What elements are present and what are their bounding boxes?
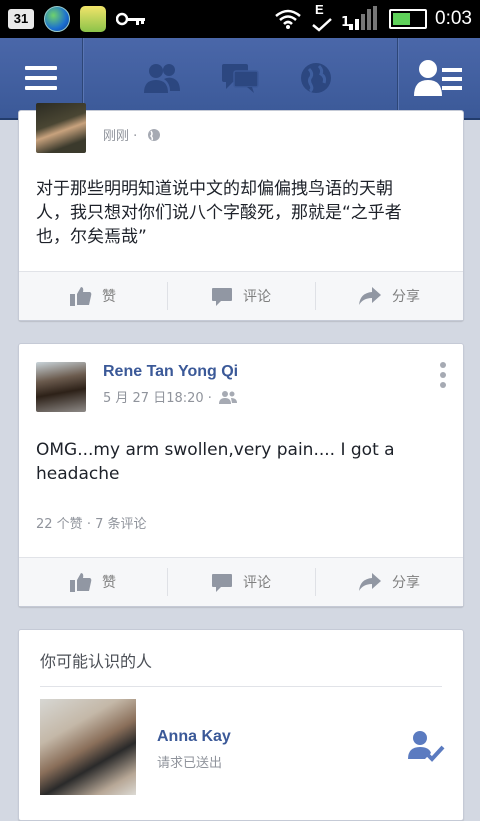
like-button[interactable]: 赞 <box>19 558 167 606</box>
more-options-icon[interactable] <box>439 362 447 388</box>
public-globe-icon <box>148 129 160 141</box>
menu-icon <box>25 66 57 90</box>
comment-icon <box>212 288 232 306</box>
key-icon <box>116 12 145 26</box>
network-type-label: E <box>315 2 324 17</box>
app-notification-icon <box>80 6 106 32</box>
feed-post: 刚刚 · 对于那些明明知道说中文的却偏偏拽鸟语的天朝 人，我只想对你们说八个字酸… <box>18 103 464 321</box>
share-label: 分享 <box>392 289 420 305</box>
battery-icon <box>389 9 428 29</box>
friends-list-button[interactable] <box>398 38 480 118</box>
network-type-icon: E <box>311 2 333 34</box>
friend-requests-tab[interactable] <box>122 38 202 118</box>
calendar-notification-icon: 31 <box>8 9 34 29</box>
post-text-line: 人，我只想对你们说八个字酸死，那就是“之乎者 <box>36 203 402 223</box>
like-label: 赞 <box>102 575 116 591</box>
messages-tab[interactable] <box>200 38 280 118</box>
friends-icon <box>144 64 180 93</box>
clock: 0:03 <box>435 8 472 29</box>
post-time: 5 月 27 日18:20 · <box>103 391 212 406</box>
author-avatar[interactable] <box>36 103 86 153</box>
suggested-person-photo[interactable] <box>40 699 136 795</box>
author-avatar[interactable] <box>36 362 86 412</box>
pymk-title: 你可能认识的人 <box>40 652 153 671</box>
notifications-tab[interactable] <box>276 38 356 118</box>
separator-dot: · <box>86 517 91 532</box>
comment-label: 评论 <box>243 289 271 305</box>
friends-audience-icon <box>219 391 237 404</box>
author-name[interactable]: Rene Tan Yong Qi <box>103 363 238 381</box>
feed-post: Rene Tan Yong Qi 5 月 27 日18:20 · OMG...m… <box>18 343 464 607</box>
like-count: 22 个赞 <box>36 517 83 532</box>
post-text-line: headache <box>36 464 120 484</box>
post-text-line: 也，尔矣焉哉” <box>36 227 147 247</box>
browser-notification-icon <box>44 6 70 32</box>
like-button[interactable]: 赞 <box>19 272 167 320</box>
share-button[interactable]: 分享 <box>315 272 463 320</box>
post-text-line: 对于那些明明知道说中文的却偏偏拽鸟语的天朝 <box>36 179 393 199</box>
comment-button[interactable]: 评论 <box>167 558 315 606</box>
engagement-counts[interactable]: 22 个赞 · 7 条评论 <box>36 513 147 532</box>
request-sent-icon[interactable] <box>407 729 445 763</box>
comment-icon <box>212 574 232 592</box>
divider <box>40 686 442 687</box>
share-icon <box>359 573 381 591</box>
thumbs-up-icon <box>70 573 92 592</box>
post-text-line: OMG...my arm swollen,very pain.... I got… <box>36 440 395 460</box>
comment-label: 评论 <box>243 575 271 591</box>
post-time: 刚刚 · <box>103 129 138 144</box>
friend-requests-icon <box>414 60 462 96</box>
thumbs-up-icon <box>70 287 92 306</box>
suggested-person-name[interactable]: Anna Kay <box>157 728 231 746</box>
status-bar: 31 E 1 0:03 <box>0 0 480 38</box>
request-status: 请求已送出 <box>157 756 223 771</box>
wifi-icon <box>275 9 301 29</box>
people-you-may-know-card: 你可能认识的人 Anna Kay 请求已送出 <box>18 629 464 821</box>
signal-bars-icon: 1 <box>341 6 381 32</box>
post-text: OMG...my arm swollen,very pain.... I got… <box>36 438 395 486</box>
comment-button[interactable]: 评论 <box>167 272 315 320</box>
share-icon <box>359 287 381 305</box>
check-icon <box>312 18 332 32</box>
post-action-bar: 赞 评论 分享 <box>19 271 463 320</box>
notifications-globe-icon <box>301 63 331 93</box>
comment-count: 7 条评论 <box>95 517 147 532</box>
post-action-bar: 赞 评论 分享 <box>19 557 463 606</box>
like-label: 赞 <box>102 289 116 305</box>
messages-icon <box>222 64 259 93</box>
post-text: 对于那些明明知道说中文的却偏偏拽鸟语的天朝 人，我只想对你们说八个字酸死，那就是… <box>36 177 402 249</box>
share-button[interactable]: 分享 <box>315 558 463 606</box>
share-label: 分享 <box>392 575 420 591</box>
